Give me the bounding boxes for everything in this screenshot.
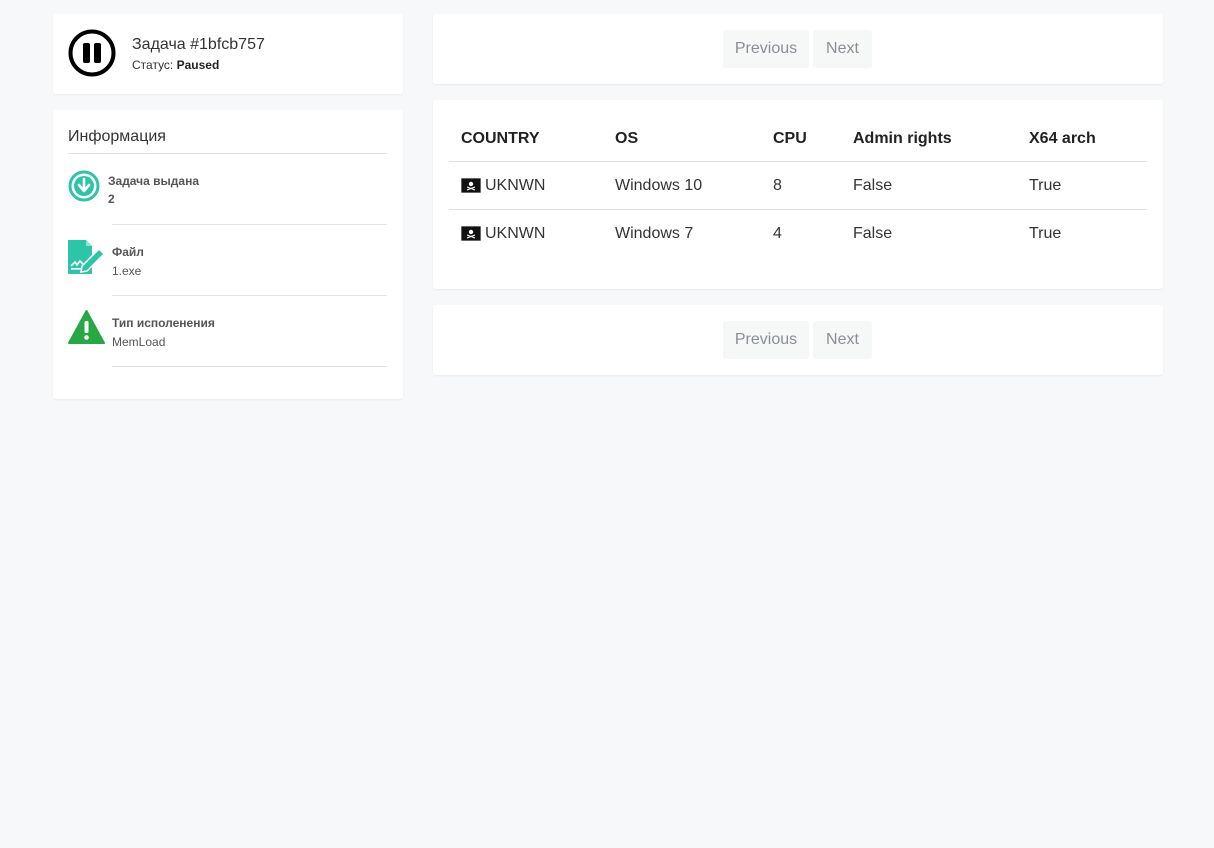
table-row: UKNWN Windows 10 8 False True [449, 161, 1147, 210]
info-item-label: Файл [112, 245, 144, 259]
info-item-value: 1.exe [112, 264, 142, 278]
table-row: UKNWN Windows 7 4 False True [449, 210, 1147, 258]
country-code: UKNWN [485, 224, 546, 242]
task-card: Задача #1bfcb757 Статус: Paused [53, 14, 403, 94]
previous-button[interactable]: Previous [723, 30, 809, 68]
previous-button[interactable]: Previous [723, 321, 809, 359]
cell-os: Windows 7 [615, 224, 694, 242]
warning-triangle-icon [68, 310, 105, 344]
cell-os: Windows 10 [603, 161, 761, 210]
column-header-admin-rights: Admin rights [841, 116, 1017, 162]
task-status-label: Статус: [132, 58, 174, 72]
task-status: Статус: Paused [132, 58, 219, 72]
info-item-value: 2 [108, 192, 115, 206]
download-circle-icon [68, 170, 100, 202]
task-title: Задача #1bfcb757 [132, 36, 265, 53]
info-heading: Информация [68, 128, 166, 145]
info-item-issued: Задача выдана 2 [53, 166, 403, 237]
cell-admin-rights: False [853, 224, 893, 242]
cell-country: UKNWN [449, 161, 603, 210]
pirate-flag-icon [461, 225, 481, 241]
table-header-row: COUNTRY OS CPU Admin rights X64 arch [449, 116, 1147, 162]
column-header-cpu: CPU [761, 116, 841, 162]
file-signature-icon [68, 240, 106, 274]
column-header-country: COUNTRY [449, 116, 603, 162]
next-button[interactable]: Next [813, 321, 872, 359]
task-status-value: Paused [176, 58, 220, 72]
info-item-label: Тип исполенения [112, 316, 215, 330]
divider [68, 153, 387, 154]
divider [112, 295, 387, 296]
info-item-file: Файл 1.exe [53, 237, 403, 308]
divider [112, 224, 387, 225]
column-header-os: OS [603, 116, 761, 162]
info-item-value: MemLoad [112, 335, 166, 349]
pirate-flag-icon [461, 177, 481, 193]
cell-cpu: 8 [761, 161, 841, 210]
column-header-x64-arch: X64 arch [1017, 116, 1147, 162]
info-item-exec-type: Тип исполенения MemLoad [53, 308, 403, 379]
cell-x64-arch: True [1029, 224, 1062, 242]
pause-circle-icon [68, 29, 116, 77]
bots-table: COUNTRY OS CPU Admin rights X64 arch UKN… [449, 116, 1147, 257]
country-code: UKNWN [485, 176, 546, 194]
pagination-top: Previous Next [433, 14, 1163, 84]
cell-country: UKNWN [449, 210, 603, 258]
info-card: Информация Задача выдана 2 Файл 1.exe Ти… [53, 110, 403, 399]
cell-admin-rights: False [841, 161, 1017, 210]
divider [112, 366, 387, 367]
cell-x64-arch: True [1017, 161, 1147, 210]
cell-cpu: 4 [773, 224, 782, 242]
bots-table-card: COUNTRY OS CPU Admin rights X64 arch UKN… [433, 100, 1163, 289]
next-button[interactable]: Next [813, 30, 872, 68]
info-item-label: Задача выдана [108, 174, 199, 188]
pagination-bottom: Previous Next [433, 305, 1163, 375]
